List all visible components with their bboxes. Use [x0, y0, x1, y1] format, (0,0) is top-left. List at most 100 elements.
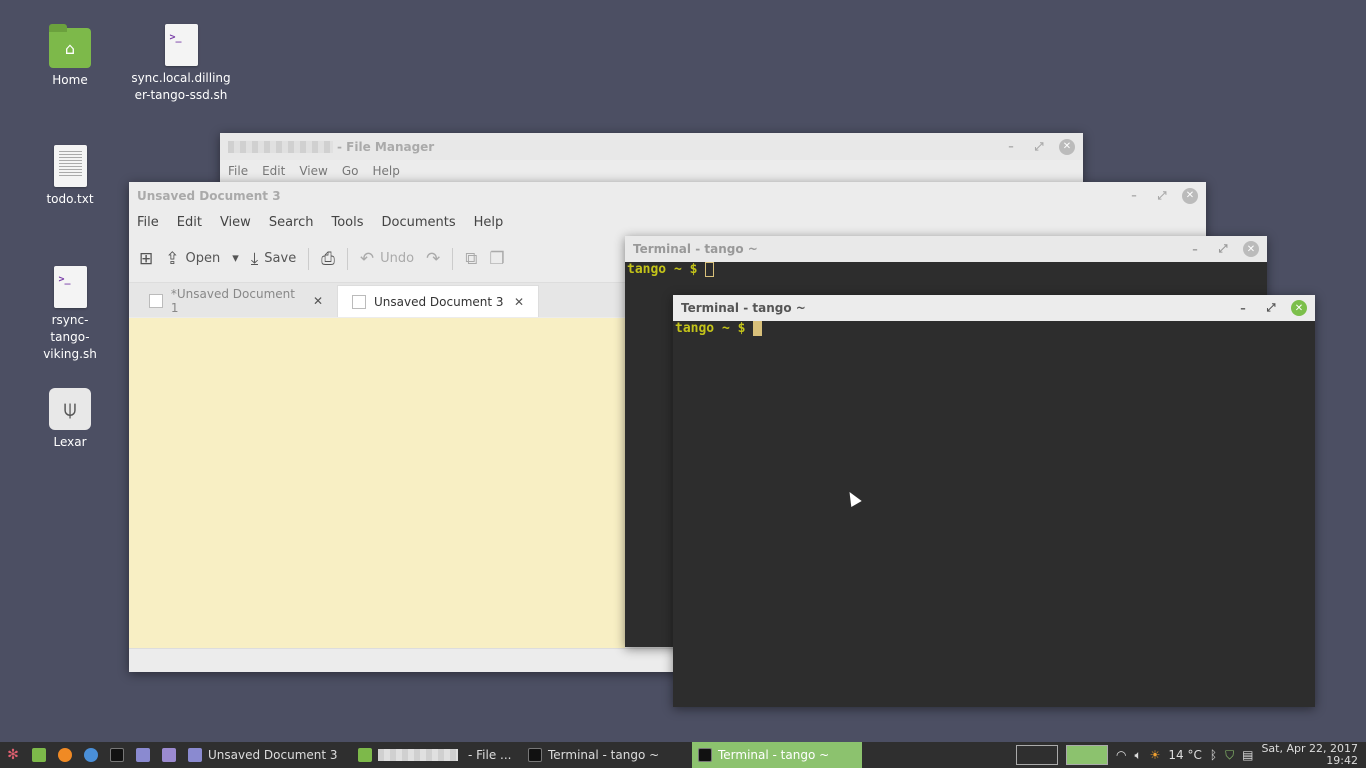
- desktop-icon-label: Lexar: [53, 435, 87, 449]
- menu-tools[interactable]: Tools: [331, 215, 363, 230]
- security-shield-icon[interactable]: ⛉: [1225, 748, 1234, 763]
- tab-unsaved-document-1[interactable]: *Unsaved Document 1 ✕: [135, 285, 337, 317]
- window-titlebar[interactable]: Terminal - tango ~ – ⤢ ✕: [673, 295, 1315, 321]
- print-button[interactable]: ⎙: [321, 249, 335, 269]
- close-tab-icon[interactable]: ✕: [514, 295, 524, 309]
- toolbar-separator: [452, 247, 454, 270]
- toolbar-separator: [308, 247, 310, 270]
- window-title: Unsaved Document 3: [137, 188, 281, 203]
- desktop-icon-lexar[interactable]: ⍦ Lexar: [20, 388, 120, 451]
- tab-label: *Unsaved Document 1: [170, 287, 295, 315]
- app-menu-button[interactable]: ✻: [0, 742, 26, 768]
- maximize-button[interactable]: ⤢: [1215, 241, 1231, 257]
- window-titlebar[interactable]: Terminal - tango ~ – ⤢ ✕: [625, 236, 1267, 262]
- workspace-1[interactable]: [1015, 745, 1058, 765]
- terminal-window-front[interactable]: Terminal - tango ~ – ⤢ ✕ tango ~ $: [673, 295, 1315, 707]
- window-titlebar[interactable]: - File Manager – ⤢ ✕: [220, 133, 1083, 160]
- workspace-2[interactable]: [1065, 745, 1108, 765]
- script-file-icon: >_: [53, 266, 87, 308]
- redo-button[interactable]: ↷: [426, 249, 440, 269]
- task-terminal-back[interactable]: Terminal - tango ~: [522, 742, 692, 768]
- bluetooth-icon[interactable]: ᛒ: [1210, 748, 1217, 762]
- open-button[interactable]: ⇪ Open: [165, 249, 220, 269]
- copy-button[interactable]: ❐: [489, 249, 504, 269]
- minimize-button[interactable]: –: [1003, 139, 1019, 155]
- task-unsaved-document-3[interactable]: Unsaved Document 3: [182, 742, 352, 768]
- tab-unsaved-document-3[interactable]: Unsaved Document 3 ✕: [337, 285, 539, 317]
- menu-view[interactable]: View: [299, 164, 327, 178]
- wifi-icon[interactable]: ◠: [1116, 748, 1126, 762]
- folder-icon: [358, 748, 372, 762]
- desktop-icon-label: sync.local.dillinger-tango-ssd.sh: [131, 71, 231, 102]
- upload-icon: ⇪: [165, 248, 180, 269]
- minimize-button[interactable]: –: [1235, 300, 1251, 316]
- desktop-icon-label: todo.txt: [46, 192, 94, 206]
- desktop-icon-sync-script[interactable]: >_ sync.local.dillinger-tango-ssd.sh: [131, 24, 231, 104]
- launcher-notes[interactable]: [156, 742, 182, 768]
- task-terminal-front[interactable]: Terminal - tango ~: [692, 742, 862, 768]
- close-tab-icon[interactable]: ✕: [313, 294, 323, 308]
- close-button[interactable]: ✕: [1059, 138, 1075, 155]
- prompt-host: tango: [675, 321, 715, 336]
- weather-icon[interactable]: ☀︎: [1150, 748, 1161, 762]
- window-titlebar[interactable]: Unsaved Document 3 – ⤢ ✕: [129, 182, 1206, 209]
- launcher-terminal[interactable]: [104, 742, 130, 768]
- close-button[interactable]: ✕: [1243, 241, 1259, 257]
- clock[interactable]: Sat, Apr 22, 2017 19:42: [1261, 743, 1358, 767]
- notes-icon: [162, 748, 176, 762]
- menu-file[interactable]: File: [137, 215, 159, 230]
- launcher-chromium[interactable]: [78, 742, 104, 768]
- terminal-output[interactable]: tango ~ $: [625, 262, 1267, 277]
- desktop-icon-todo[interactable]: todo.txt: [20, 145, 120, 208]
- text-editor-icon: [136, 748, 150, 762]
- undo-button[interactable]: ↶ Undo: [360, 249, 414, 269]
- close-button[interactable]: ✕: [1182, 187, 1198, 204]
- maximize-button[interactable]: ⤢: [1154, 188, 1170, 204]
- menu-edit[interactable]: Edit: [262, 164, 285, 178]
- menu-edit[interactable]: Edit: [177, 215, 202, 230]
- save-button[interactable]: ⤓ Save: [251, 249, 296, 269]
- close-button[interactable]: ✕: [1291, 300, 1307, 316]
- maximize-button[interactable]: ⤢: [1031, 139, 1047, 155]
- taskbar: ✻ Unsaved Document 3 - File ... Terminal…: [0, 742, 1366, 768]
- terminal-output[interactable]: tango ~ $: [673, 321, 1315, 336]
- desktop-icon-home[interactable]: ⌂ Home: [20, 24, 120, 89]
- menu-search[interactable]: Search: [269, 215, 314, 230]
- task-label: Terminal - tango ~: [548, 748, 660, 762]
- prompt-path: ~: [673, 262, 682, 277]
- launcher-firefox[interactable]: [52, 742, 78, 768]
- menubar: File Edit View Go Help: [220, 160, 1083, 182]
- prompt-symbol: $: [689, 262, 698, 277]
- minimize-button[interactable]: –: [1126, 188, 1142, 204]
- desktop-icon-rsync-script[interactable]: >_ rsync-tango-viking.sh: [20, 266, 120, 363]
- task-file-manager[interactable]: - File ...: [352, 742, 522, 768]
- terminal-cursor: [753, 321, 763, 336]
- text-editor-icon: [188, 748, 202, 762]
- window-title: Terminal - tango ~: [681, 301, 806, 315]
- window-title: Terminal - tango ~: [633, 242, 758, 256]
- maximize-button[interactable]: ⤢: [1263, 300, 1279, 316]
- new-document-button[interactable]: ⊞: [139, 249, 153, 269]
- document-icon: [352, 294, 366, 309]
- menu-go[interactable]: Go: [342, 164, 359, 178]
- text-file-icon: [53, 145, 87, 187]
- text-edit-area[interactable]: [129, 318, 625, 648]
- launcher-text-editor[interactable]: [130, 742, 156, 768]
- clipboard-icon[interactable]: ▤: [1242, 748, 1253, 762]
- chevron-down-icon: ▾: [232, 251, 239, 266]
- undo-icon: ↶: [359, 248, 375, 269]
- menu-file[interactable]: File: [228, 164, 248, 178]
- menu-help[interactable]: Help: [474, 215, 504, 230]
- open-dropdown-button[interactable]: ▾: [232, 251, 239, 266]
- launcher-file-manager[interactable]: [26, 742, 52, 768]
- terminal-icon: [110, 748, 124, 762]
- minimize-button[interactable]: –: [1187, 241, 1203, 257]
- volume-icon[interactable]: 🔈︎: [1134, 748, 1141, 763]
- menu-view[interactable]: View: [220, 215, 251, 230]
- menu-help[interactable]: Help: [372, 164, 399, 178]
- cut-button[interactable]: ⧉: [465, 249, 477, 269]
- task-label: - File ...: [468, 748, 512, 762]
- file-manager-window[interactable]: - File Manager – ⤢ ✕ File Edit View Go H…: [220, 133, 1083, 183]
- new-document-icon: ⊞: [139, 248, 154, 269]
- menu-documents[interactable]: Documents: [382, 215, 456, 230]
